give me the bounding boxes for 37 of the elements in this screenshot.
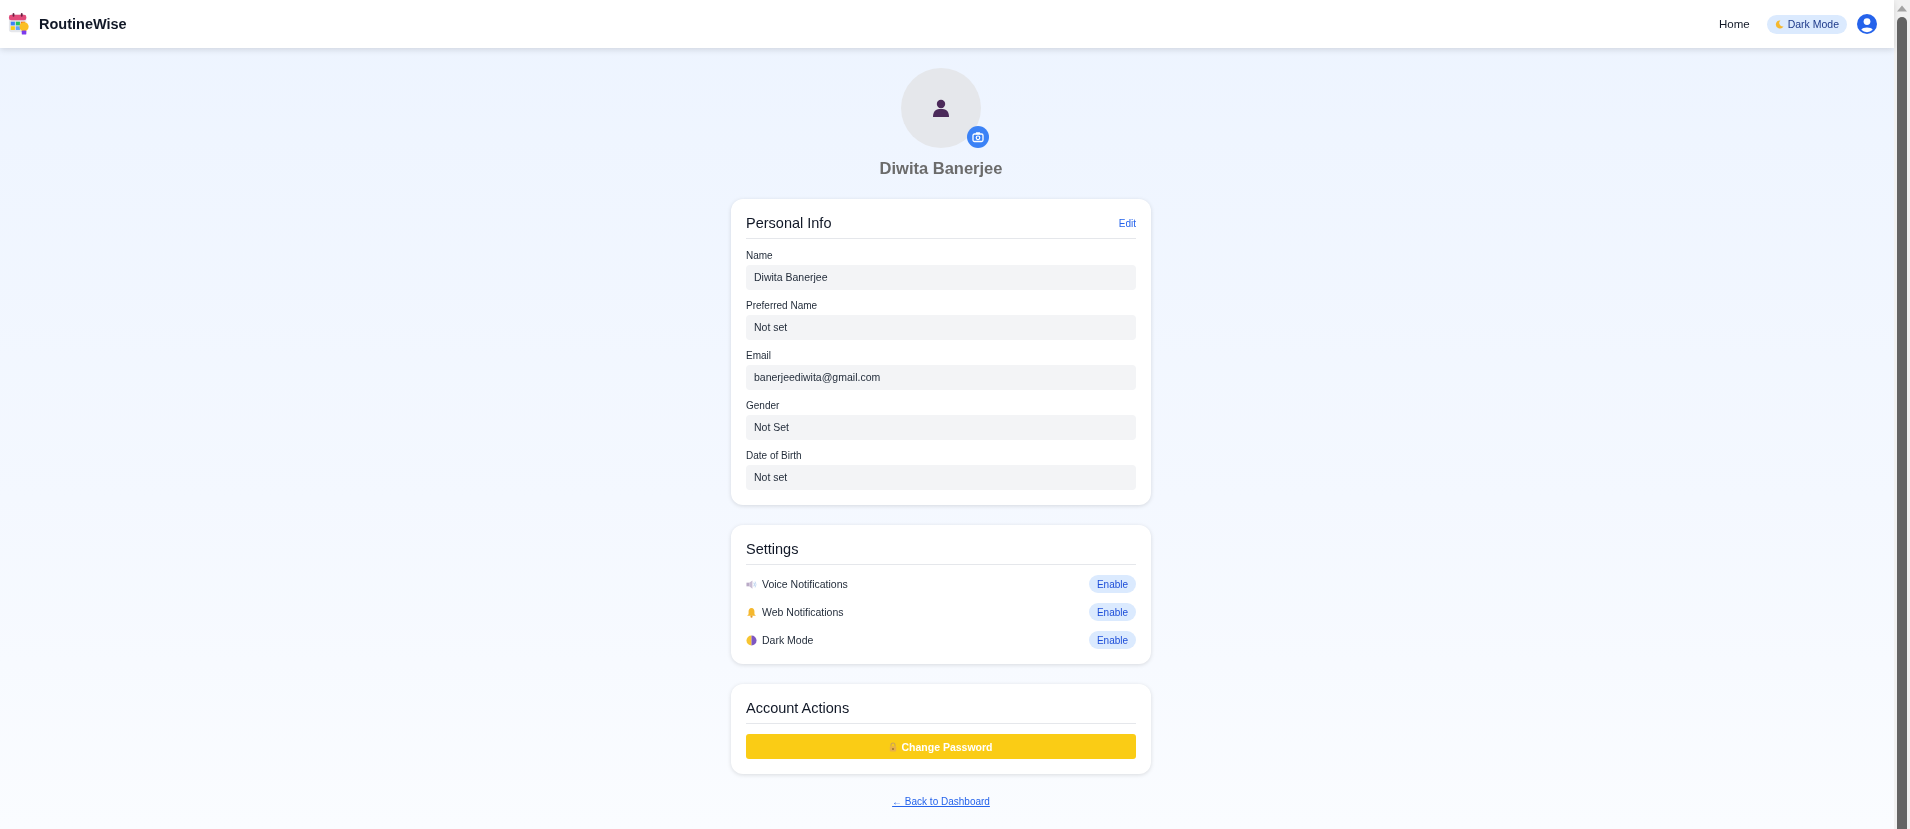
user-account-icon[interactable] (1857, 14, 1877, 34)
edit-link[interactable]: Edit (1118, 217, 1136, 229)
back-link[interactable]: ← Back to Dashboard (892, 796, 990, 807)
enable-button[interactable]: Enable (1089, 631, 1136, 649)
home-link[interactable]: Home (1718, 18, 1750, 30)
field-label: Date of Birth (746, 449, 803, 462)
field-label: Email (746, 349, 772, 362)
enable-button[interactable]: Enable (1089, 575, 1136, 593)
scrollbar[interactable] (1894, 0, 1910, 829)
field-label: Gender (746, 399, 781, 412)
field-label: Preferred Name (746, 299, 819, 312)
half-circle-icon (746, 634, 757, 646)
speaker-icon (746, 578, 757, 590)
profile-name: Diwita Banerjee (879, 158, 1003, 179)
info-field: Not set (746, 465, 1136, 490)
section-title: Settings (746, 541, 799, 557)
info-field: banerjeediwita@gmail.com (746, 365, 1136, 390)
section-title: Account Actions (746, 700, 850, 716)
calendar-logo-icon (8, 12, 30, 36)
scroll-up-arrow-icon[interactable] (1897, 5, 1907, 12)
camera-icon[interactable] (967, 126, 989, 148)
setting-label: Dark Mode (762, 634, 814, 646)
person-silhouette-icon (932, 99, 950, 117)
setting-label: Voice Notifications (762, 578, 848, 590)
info-field: Diwita Banerjee (746, 265, 1136, 290)
info-field: Not set (746, 315, 1136, 340)
scrollbar-thumb[interactable] (1897, 17, 1907, 829)
field-label: Name (746, 249, 774, 262)
dark-mode-button[interactable]: Dark Mode (1766, 14, 1847, 34)
crescent-moon-icon (1774, 19, 1784, 29)
lock-icon (889, 741, 898, 752)
brand-name: RoutineWise (39, 16, 127, 32)
bell-icon (746, 606, 757, 618)
section-title: Personal Info (746, 215, 832, 231)
setting-label: Web Notifications (762, 606, 844, 618)
info-field: Not Set (746, 415, 1136, 440)
enable-button[interactable]: Enable (1089, 603, 1136, 621)
